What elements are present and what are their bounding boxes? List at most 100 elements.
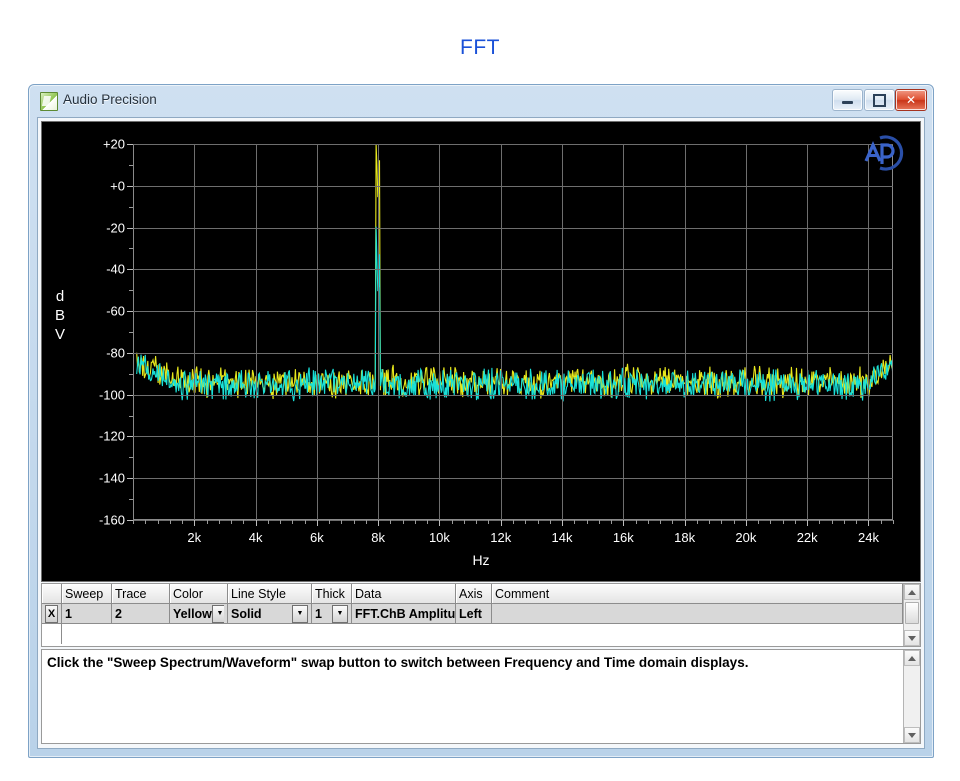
x-axis-minor-tick: [574, 520, 575, 524]
x-axis-minor-tick: [636, 520, 637, 524]
y-axis-minor-tick: [129, 165, 133, 166]
y-axis-minor-tick: [129, 457, 133, 458]
arrow-up-icon: [908, 656, 916, 661]
x-axis-minor-tick: [611, 520, 612, 524]
x-axis-minor-tick: [697, 520, 698, 524]
x-axis-minor-tick: [513, 520, 514, 524]
column-header-thick[interactable]: Thick: [312, 584, 352, 604]
chevron-down-icon[interactable]: ▼: [332, 605, 348, 623]
y-axis-minor-tick: [129, 499, 133, 500]
column-header-comment[interactable]: Comment: [492, 584, 903, 604]
x-axis-tick-label: 8k: [371, 530, 385, 545]
row-comment-cell[interactable]: [492, 604, 903, 624]
x-axis-tick: [501, 520, 502, 526]
maximize-button[interactable]: [864, 89, 895, 111]
x-axis-minor-tick: [305, 520, 306, 524]
x-axis-minor-tick: [170, 520, 171, 524]
x-axis-tick: [256, 520, 257, 526]
row-axis-cell[interactable]: Left: [456, 604, 492, 624]
comment-text: Click the "Sweep Spectrum/Waveform" swap…: [47, 653, 898, 672]
row-color-cell[interactable]: Yellow ▼: [170, 604, 228, 624]
gridline-horizontal: [133, 436, 893, 437]
x-axis-title: Hz: [42, 552, 920, 568]
column-header-line-style[interactable]: Line Style: [228, 584, 312, 604]
color-value: Yellow: [173, 607, 212, 621]
row-sweep-cell[interactable]: 1: [62, 604, 112, 624]
column-header-enabled[interactable]: [42, 584, 62, 604]
row-line-style-cell[interactable]: Solid ▼: [228, 604, 312, 624]
x-axis-minor-tick: [329, 520, 330, 524]
x-axis-minor-tick: [538, 520, 539, 524]
plot-area[interactable]: [133, 144, 893, 520]
close-button[interactable]: ✕: [895, 89, 927, 111]
minimize-button[interactable]: [832, 89, 863, 111]
ap-logo: [860, 134, 906, 172]
y-axis-tick: [127, 311, 133, 312]
scroll-down-button[interactable]: [904, 727, 920, 743]
y-axis-tick-label: -140: [99, 471, 125, 486]
chevron-down-icon[interactable]: ▼: [292, 605, 308, 623]
y-axis-tick: [127, 186, 133, 187]
y-axis-tick-label: +0: [110, 178, 125, 193]
x-axis-tick-label: 24k: [858, 530, 879, 545]
scrollbar-thumb[interactable]: [905, 602, 919, 624]
y-axis-minor-tick: [129, 207, 133, 208]
trace-table-pane[interactable]: Sweep Trace Color Line Style Thick Data …: [41, 583, 921, 647]
column-header-axis[interactable]: Axis: [456, 584, 492, 604]
x-axis-minor-tick: [660, 520, 661, 524]
window-titlebar[interactable]: Audio Precision ✕: [29, 85, 933, 117]
column-header-data[interactable]: Data: [352, 584, 456, 604]
x-axis-minor-tick: [893, 520, 894, 524]
x-axis-minor-tick: [819, 520, 820, 524]
x-axis-minor-tick: [243, 520, 244, 524]
comment-scrollbar[interactable]: [903, 650, 920, 743]
application-window: Audio Precision ✕ d B V: [28, 84, 934, 758]
gridline-vertical: [868, 144, 869, 520]
y-axis-tick: [127, 353, 133, 354]
y-axis-title: d B V: [52, 287, 68, 344]
line-style-value: Solid: [231, 607, 262, 621]
x-axis-minor-tick: [280, 520, 281, 524]
column-header-color[interactable]: Color: [170, 584, 228, 604]
arrow-down-icon: [908, 636, 916, 641]
row-trace-cell[interactable]: 2: [112, 604, 170, 624]
gridline-horizontal: [133, 478, 893, 479]
x-axis-minor-tick: [145, 520, 146, 524]
row-data-cell[interactable]: FFT.ChB Amplitud: [352, 604, 456, 624]
arrow-down-icon: [908, 733, 916, 738]
x-axis-minor-tick: [783, 520, 784, 524]
x-axis-minor-tick: [734, 520, 735, 524]
trace-table-scrollbar[interactable]: [903, 584, 920, 646]
row-thick-cell[interactable]: 1 ▼: [312, 604, 352, 624]
row-enabled-cell[interactable]: X: [42, 604, 62, 624]
gridline-vertical: [746, 144, 747, 520]
chevron-down-icon[interactable]: ▼: [212, 605, 224, 623]
maximize-icon: [865, 90, 894, 110]
y-axis-tick-label: -80: [106, 345, 125, 360]
y-axis-tick: [127, 228, 133, 229]
gridline-horizontal: [133, 269, 893, 270]
trace-enable-button[interactable]: X: [45, 605, 58, 623]
page-title: FFT: [0, 36, 960, 60]
table-row[interactable]: X 1 2 Yellow ▼ Solid ▼: [42, 604, 903, 624]
gridline-vertical: [562, 144, 563, 520]
close-icon: ✕: [896, 90, 926, 110]
x-axis-tick: [562, 520, 563, 526]
x-axis-minor-tick: [856, 520, 857, 524]
column-header-trace[interactable]: Trace: [112, 584, 170, 604]
x-axis-minor-tick: [464, 520, 465, 524]
fft-graph[interactable]: d B V +20+0-20-40-60-80-100-120-140-1602…: [41, 121, 921, 582]
scroll-up-button[interactable]: [904, 584, 920, 600]
x-axis-tick: [317, 520, 318, 526]
comment-pane[interactable]: Click the "Sweep Spectrum/Waveform" swap…: [41, 649, 921, 744]
y-axis-tick: [127, 269, 133, 270]
y-axis-tick-label: -40: [106, 262, 125, 277]
scroll-down-button[interactable]: [904, 630, 920, 646]
column-header-sweep[interactable]: Sweep: [62, 584, 112, 604]
x-axis-minor-tick: [158, 520, 159, 524]
x-axis-tick-label: 18k: [674, 530, 695, 545]
x-axis-minor-tick: [341, 520, 342, 524]
gridline-vertical: [194, 144, 195, 520]
gridline-horizontal: [133, 144, 893, 145]
scroll-up-button[interactable]: [904, 650, 920, 666]
